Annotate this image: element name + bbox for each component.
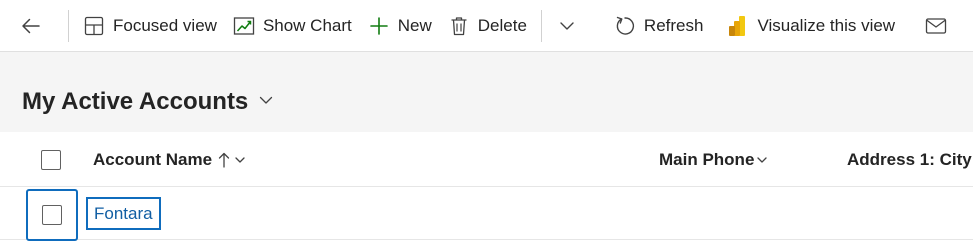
chevron-down-icon	[556, 15, 578, 37]
page-title: My Active Accounts	[22, 88, 249, 115]
column-header-label: Account Name	[93, 149, 213, 169]
chevron-down-icon	[234, 154, 246, 166]
show-chart-button[interactable]: Show Chart	[225, 8, 360, 44]
plus-icon	[368, 15, 390, 37]
refresh-icon	[614, 15, 636, 37]
refresh-label: Refresh	[643, 15, 704, 35]
back-button[interactable]	[20, 8, 42, 44]
row-select-cell[interactable]	[26, 189, 78, 241]
toolbar-divider	[68, 9, 69, 42]
accounts-grid: Account Name Main Phone Address 1: City	[0, 132, 973, 247]
view-selector[interactable]: My Active Accounts	[22, 88, 274, 116]
toolbar-divider	[540, 9, 542, 42]
power-bi-icon	[727, 15, 749, 37]
delete-label: Delete	[477, 15, 527, 35]
refresh-button[interactable]: Refresh	[606, 8, 712, 44]
table-row[interactable]: Fontara	[0, 187, 973, 241]
email-link-button[interactable]	[917, 8, 963, 44]
visualize-label: Visualize this view	[757, 15, 896, 35]
grid-header-row: Account Name Main Phone Address 1: City	[0, 132, 973, 187]
command-bar: Focused view Show Chart New Delete Refre…	[0, 0, 973, 52]
delete-button[interactable]: Delete	[440, 8, 535, 44]
main-content: My Active Accounts Account Name Main Pho…	[0, 52, 973, 247]
column-header-address-city[interactable]: Address 1: City	[847, 132, 973, 187]
column-header-label: Address 1: City	[847, 149, 972, 169]
email-link-icon	[925, 15, 947, 37]
select-all-checkbox[interactable]	[41, 150, 61, 170]
chevron-down-icon	[258, 92, 274, 113]
show-chart-label: Show Chart	[262, 15, 352, 35]
arrow-left-icon	[20, 15, 42, 37]
column-header-label: Main Phone	[659, 149, 755, 169]
row-checkbox[interactable]	[42, 205, 62, 225]
layout-grid-icon	[83, 15, 105, 37]
column-header-main-phone[interactable]: Main Phone	[659, 132, 768, 187]
focused-view-button[interactable]: Focused view	[75, 8, 225, 44]
sort-ascending-icon	[218, 152, 230, 168]
column-header-account-name[interactable]: Account Name	[93, 132, 246, 187]
account-name-link[interactable]: Fontara	[86, 197, 161, 230]
more-commands-dropdown[interactable]	[548, 8, 586, 44]
chart-icon	[233, 15, 255, 37]
chevron-down-icon	[756, 154, 768, 166]
new-button[interactable]: New	[360, 8, 440, 44]
new-label: New	[397, 15, 432, 35]
trash-icon	[448, 15, 470, 37]
visualize-view-button[interactable]: Visualize this view	[719, 8, 903, 44]
focused-view-label: Focused view	[113, 15, 217, 35]
